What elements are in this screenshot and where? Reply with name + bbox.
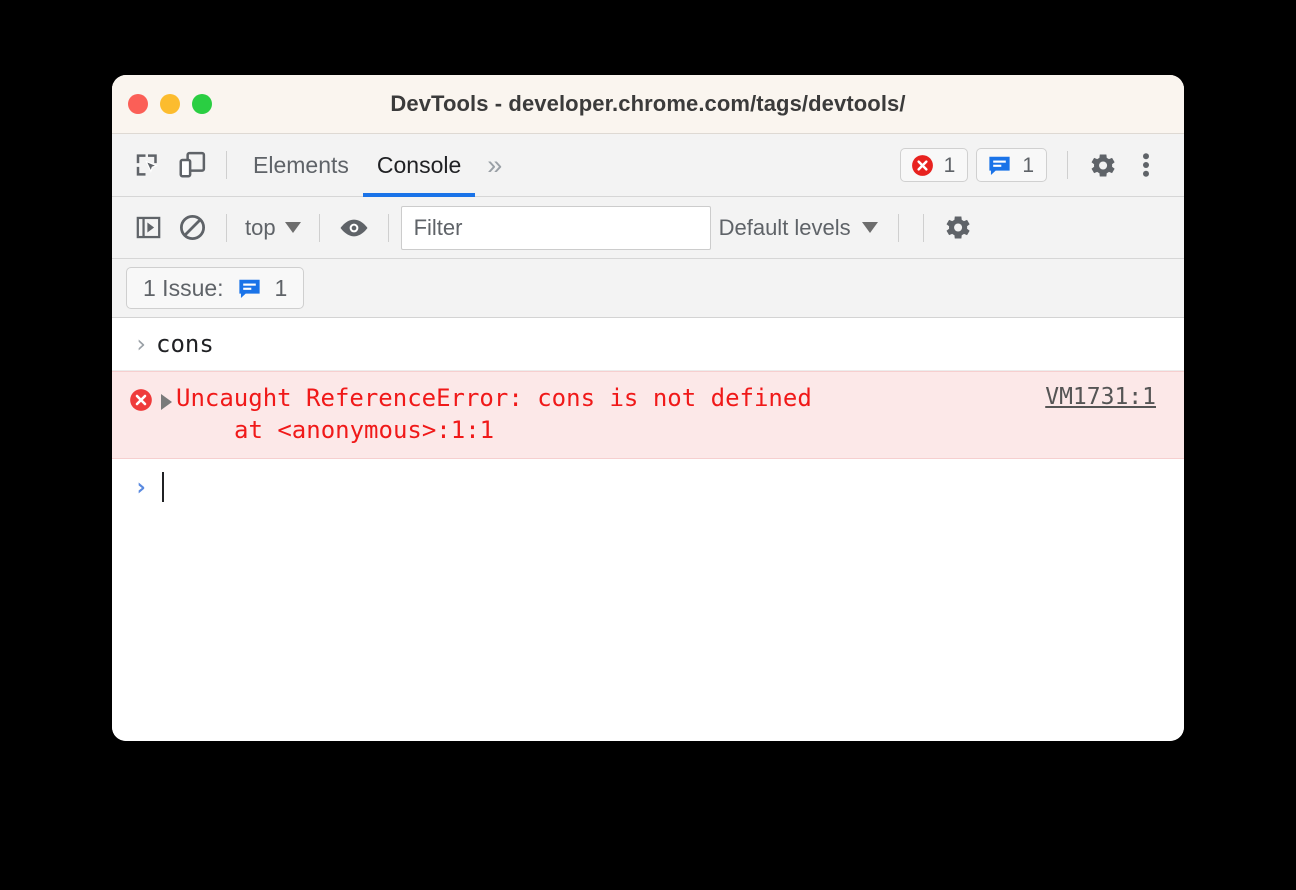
- console-input-echo-row: › cons: [112, 318, 1184, 371]
- prompt-chevron-icon: ›: [133, 330, 149, 358]
- error-circle-icon: [130, 389, 152, 411]
- gear-icon[interactable]: [1080, 143, 1124, 187]
- toolbar-separator: [226, 151, 227, 179]
- error-body: Uncaught ReferenceError: cons is not def…: [176, 382, 1045, 446]
- maximize-window-button[interactable]: [192, 94, 212, 114]
- more-tabs-button[interactable]: »: [475, 134, 514, 196]
- toolbar-separator-2: [1067, 151, 1068, 179]
- devtools-window: DevTools - developer.chrome.com/tags/dev…: [112, 75, 1184, 741]
- kebab-menu-icon[interactable]: [1124, 143, 1168, 187]
- error-icon-cell: [126, 382, 156, 413]
- clear-console-icon[interactable]: [170, 206, 214, 250]
- issues-chip-label: 1 Issue:: [143, 274, 224, 301]
- filter-input[interactable]: [400, 205, 711, 250]
- device-toolbar-icon[interactable]: [170, 143, 214, 187]
- console-error-stack: at <anonymous>:1:1: [234, 416, 495, 445]
- issues-count-badge[interactable]: 1: [976, 148, 1047, 182]
- console-error-row[interactable]: Uncaught ReferenceError: cons is not def…: [112, 371, 1184, 460]
- collapsed-triangle-icon[interactable]: [156, 382, 176, 410]
- issues-chip-count: 1: [274, 274, 288, 301]
- inspect-element-icon[interactable]: [126, 143, 170, 187]
- devtools-tab-toolbar: Elements Console » 1 1: [112, 134, 1184, 197]
- screen: DevTools - developer.chrome.com/tags/dev…: [0, 0, 1296, 890]
- error-count-badge[interactable]: 1: [899, 148, 969, 182]
- window-title: DevTools - developer.chrome.com/tags/dev…: [390, 91, 906, 116]
- close-window-button[interactable]: [128, 94, 148, 114]
- execution-context-label: top: [245, 214, 276, 240]
- tab-elements[interactable]: Elements: [239, 134, 363, 196]
- console-prompt-row[interactable]: ›: [112, 459, 1184, 511]
- filter-separator-3: [387, 213, 389, 242]
- window-controls: [128, 94, 212, 114]
- tab-console-label: Console: [376, 151, 462, 178]
- error-circle-icon: [911, 154, 933, 176]
- prompt-chevron-icon: ›: [133, 473, 149, 502]
- live-expression-eye-icon[interactable]: [332, 206, 376, 250]
- issues-bar: 1 Issue: 1: [112, 259, 1184, 318]
- issues-message-icon: [989, 156, 1010, 175]
- filter-separator-5: [922, 213, 924, 242]
- log-levels-label: Default levels: [718, 214, 851, 240]
- log-levels-dropdown[interactable]: Default levels: [711, 215, 886, 241]
- issues-chip-button[interactable]: 1 Issue: 1: [126, 267, 305, 309]
- chevron-down-icon: [284, 222, 301, 233]
- console-settings-gear-icon[interactable]: [936, 206, 980, 250]
- filter-separator-4: [897, 213, 899, 242]
- error-count: 1: [943, 153, 956, 177]
- issues-message-icon: [238, 279, 260, 298]
- issues-count: 1: [1022, 153, 1034, 177]
- chevron-down-icon: [861, 222, 878, 233]
- console-input-echo-text: cons: [156, 330, 214, 358]
- filter-separator-1: [226, 213, 227, 242]
- tab-console[interactable]: Console: [362, 134, 476, 197]
- console-filter-toolbar: top Default levels: [112, 197, 1184, 259]
- console-message-list[interactable]: › cons Uncaught ReferenceError: cons is …: [112, 318, 1184, 741]
- error-source-link[interactable]: VM1731:1: [1045, 382, 1170, 410]
- execution-context-selector[interactable]: top: [239, 215, 307, 241]
- title-bar: DevTools - developer.chrome.com/tags/dev…: [112, 75, 1184, 134]
- filter-separator-2: [318, 213, 320, 242]
- console-sidebar-icon[interactable]: [126, 206, 170, 250]
- tab-elements-label: Elements: [253, 151, 349, 178]
- console-error-message: Uncaught ReferenceError: cons is not def…: [176, 384, 812, 412]
- minimize-window-button[interactable]: [160, 94, 180, 114]
- text-cursor: [162, 472, 164, 503]
